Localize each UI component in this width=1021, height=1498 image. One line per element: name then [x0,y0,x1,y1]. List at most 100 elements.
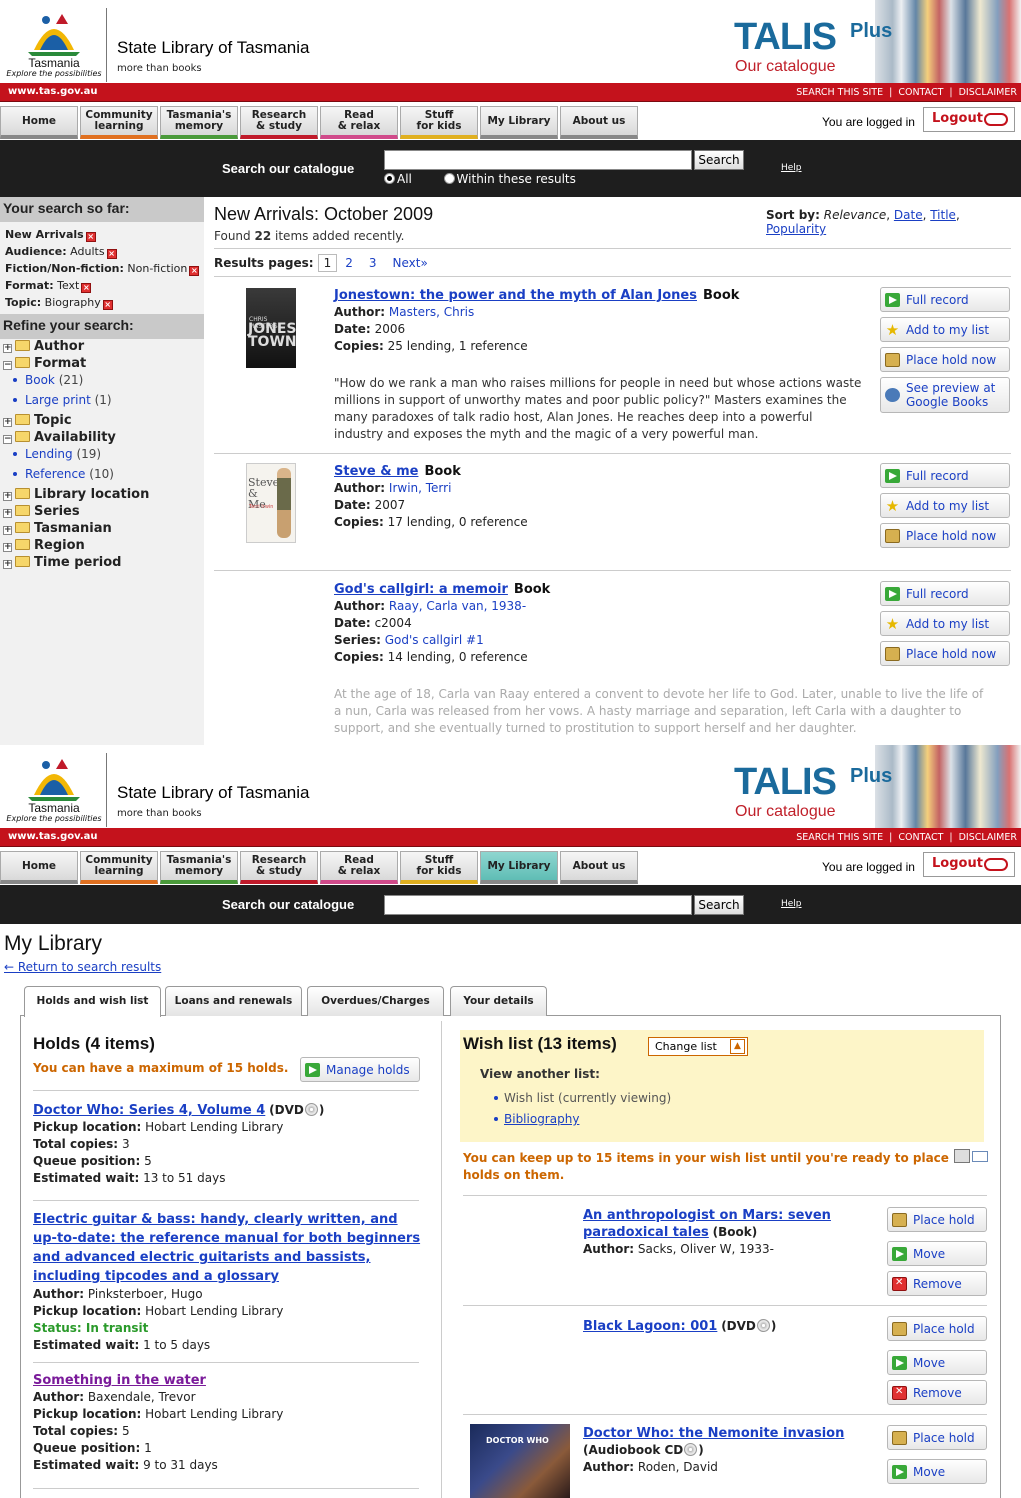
search-input[interactable] [384,895,692,915]
radio-within-results[interactable] [443,173,455,184]
page-3[interactable]: 3 [369,256,377,270]
move-button[interactable]: Move [887,1350,987,1375]
bibliography-link[interactable]: Bibliography [504,1112,579,1126]
full-record-button[interactable]: Full record [880,287,1010,312]
add-to-list-button[interactable]: ★ Add to my list [880,611,1010,636]
result-title-link[interactable]: God's callgirl: a memoir [334,582,508,597]
logout-button[interactable]: Logout [923,852,1015,877]
tab-loans-renewals[interactable]: Loans and renewals [165,986,302,1016]
tab-your-details[interactable]: Your details [450,986,547,1016]
cover-nemonite-invasion[interactable]: DOCTOR WHO [470,1424,570,1498]
series-link[interactable]: God's callgirl #1 [385,633,484,647]
move-button[interactable]: Move [887,1459,987,1484]
talis-plus-banner[interactable]: TALIS Plus Our catalogue [720,745,1021,828]
remove-button[interactable]: Remove [887,1380,987,1405]
tasmania-logo[interactable]: Tasmania Explore the possibilities [6,751,102,825]
tree-time-period[interactable]: + Time period [3,555,121,570]
full-record-button[interactable]: Full record [880,581,1010,606]
search-this-site-link[interactable]: SEARCH THIS SITE [796,832,883,843]
hold-title-link[interactable]: Something in the water [33,1373,206,1388]
search-button[interactable]: Search [694,150,744,170]
place-hold-button[interactable]: Place hold [887,1425,987,1450]
author-link[interactable]: Irwin, Terri [389,481,452,495]
nav-stuff-for-kids[interactable]: Stuff for kids [400,106,478,139]
nav-read-relax[interactable]: Read & relax [320,106,398,139]
tree-library-location[interactable]: + Library location [3,487,149,502]
tree-region[interactable]: + Region [3,538,85,553]
tree-format[interactable]: − Format [3,356,86,371]
tab-holds-wish-list[interactable]: Holds and wish list [24,986,161,1017]
nav-home[interactable]: Home [0,106,78,139]
page-1[interactable]: 1 [317,254,338,272]
nav-community-learning[interactable]: Community learning [80,851,158,884]
search-input[interactable] [384,150,692,170]
nav-community-learning[interactable]: Community learning [80,106,158,139]
tas-gov-link[interactable]: www.tas.gov.au [8,831,98,842]
search-this-site-link[interactable]: SEARCH THIS SITE [796,87,883,98]
tree-author[interactable]: + Author [3,339,84,354]
tree-format-book[interactable]: Book (21) [13,373,83,387]
sort-popularity-link[interactable]: Popularity [766,222,826,236]
tab-overdues-charges[interactable]: Overdues/Charges [307,986,444,1016]
wish-title-link[interactable]: An anthropologist on Mars: seven paradox… [583,1208,831,1240]
tree-format-large-print[interactable]: Large print (1) [13,393,112,407]
disclaimer-link[interactable]: DISCLAIMER [959,87,1017,98]
hold-title-link[interactable]: Electric guitar & bass: handy, clearly w… [33,1212,420,1284]
remove-filter-icon[interactable]: × [106,249,117,259]
result-title-link[interactable]: Steve & me [334,464,418,479]
wish-title-link[interactable]: Black Lagoon: 001 [583,1319,717,1334]
add-to-list-button[interactable]: ★ Add to my list [880,493,1010,518]
print-icon[interactable] [954,1149,970,1163]
next-page[interactable]: Next» [393,256,428,270]
tree-tasmanian[interactable]: + Tasmanian [3,521,112,536]
remove-filter-icon[interactable]: × [102,300,113,310]
page-2[interactable]: 2 [345,256,353,270]
radio-all[interactable] [384,173,395,184]
nav-tasmanias-memory[interactable]: Tasmania's memory [160,851,238,884]
nav-about-us[interactable]: About us [560,851,638,884]
nav-home[interactable]: Home [0,851,78,884]
hold-title-link[interactable]: Doctor Who: Series 4, Volume 4 [33,1103,265,1118]
tree-availability-lending[interactable]: Lending (19) [13,447,101,461]
remove-filter-icon[interactable]: × [81,283,92,293]
add-to-list-button[interactable]: ★ Add to my list [880,317,1010,342]
nav-about-us[interactable]: About us [560,106,638,139]
place-hold-button[interactable]: Place hold [887,1316,987,1341]
remove-button[interactable]: Remove [887,1271,987,1296]
tas-gov-link[interactable]: www.tas.gov.au [8,86,98,97]
manage-holds-button[interactable]: Manage holds [300,1057,420,1082]
remove-filter-icon[interactable]: × [189,266,200,276]
wish-title-link[interactable]: Doctor Who: the Nemonite invasion [583,1426,844,1441]
disclaimer-link[interactable]: DISCLAIMER [959,832,1017,843]
nav-my-library[interactable]: My Library [480,851,558,884]
tasmania-logo[interactable]: Tasmania Explore the possibilities [6,6,102,80]
help-link[interactable]: Help [781,163,802,173]
nav-stuff-for-kids[interactable]: Stuff for kids [400,851,478,884]
contact-link[interactable]: CONTACT [898,87,943,98]
change-list-dropdown[interactable]: Change list ▲ [648,1037,748,1056]
place-hold-button[interactable]: Place hold [887,1207,987,1232]
sort-title-link[interactable]: Title [930,208,956,222]
search-button[interactable]: Search [694,895,744,915]
return-to-results-link[interactable]: ← Return to search results [4,960,161,974]
nav-tasmanias-memory[interactable]: Tasmania's memory [160,106,238,139]
place-hold-button[interactable]: Place hold now [880,523,1010,548]
google-preview-button[interactable]: See preview at Google Books [880,377,1010,413]
nav-research-study[interactable]: Research & study [240,851,318,884]
tree-series[interactable]: + Series [3,504,80,519]
author-link[interactable]: Masters, Chris [389,305,474,319]
full-record-button[interactable]: Full record [880,463,1010,488]
move-button[interactable]: Move [887,1241,987,1266]
nav-read-relax[interactable]: Read & relax [320,851,398,884]
nav-my-library[interactable]: My Library [480,106,558,139]
talis-plus-banner[interactable]: TALIS Plus Our catalogue [720,0,1021,83]
remove-filter-icon[interactable]: × [85,232,96,242]
contact-link[interactable]: CONTACT [898,832,943,843]
cover-steve-and-me[interactable]: Steve & Me Terri Irwin [246,463,296,543]
sort-date-link[interactable]: Date [894,208,923,222]
email-icon[interactable] [972,1151,988,1162]
place-hold-button[interactable]: Place hold now [880,347,1010,372]
cover-jonestown[interactable]: CHRIS MASTERS JONES TOWN [246,288,297,368]
tree-availability-reference[interactable]: Reference (10) [13,467,114,481]
logout-button[interactable]: Logout [923,107,1015,132]
